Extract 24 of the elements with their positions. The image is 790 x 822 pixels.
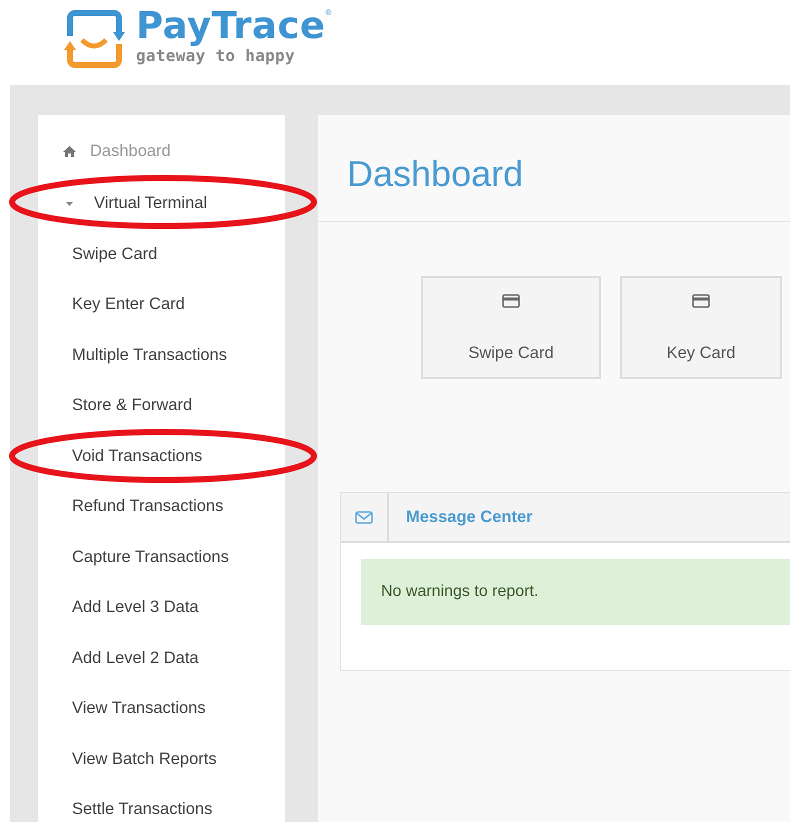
sidebar-item[interactable]: Refund Transactions <box>38 482 285 532</box>
sidebar-item[interactable]: Add Level 3 Data <box>38 582 285 633</box>
brand-name: PayTrace <box>136 8 326 44</box>
sidebar-item[interactable]: Key Enter Card <box>38 280 285 330</box>
home-icon <box>63 146 76 156</box>
envelope-icon <box>355 510 373 524</box>
quick-action-button[interactable]: Key Card <box>620 276 782 379</box>
sidebar-item[interactable]: Store & Forward <box>38 380 285 431</box>
sidebar-item[interactable]: Capture Transactions <box>38 532 285 582</box>
registered-mark: ® <box>326 8 332 17</box>
sidebar-item[interactable]: View Transactions <box>38 684 285 734</box>
tagline: gateway to happy <box>136 46 296 65</box>
sidebar-item[interactable]: Swipe Card <box>38 229 285 280</box>
sidebar-item[interactable]: View Batch Reports <box>38 734 285 784</box>
panel-title: Message Center <box>405 508 533 526</box>
logo-icon <box>64 10 126 68</box>
credit-card-icon <box>502 294 520 308</box>
sidebar-item[interactable]: Add Level 2 Data <box>38 633 285 684</box>
quick-action-button[interactable]: Swipe Card <box>421 276 601 379</box>
sidebar-item[interactable]: Multiple Transactions <box>38 330 285 380</box>
page-title: Dashboard <box>318 115 790 222</box>
success-alert: No warnings to report. <box>361 559 790 625</box>
sidebar-item[interactable]: Settle Transactions <box>38 784 285 822</box>
credit-card-icon <box>692 294 710 308</box>
